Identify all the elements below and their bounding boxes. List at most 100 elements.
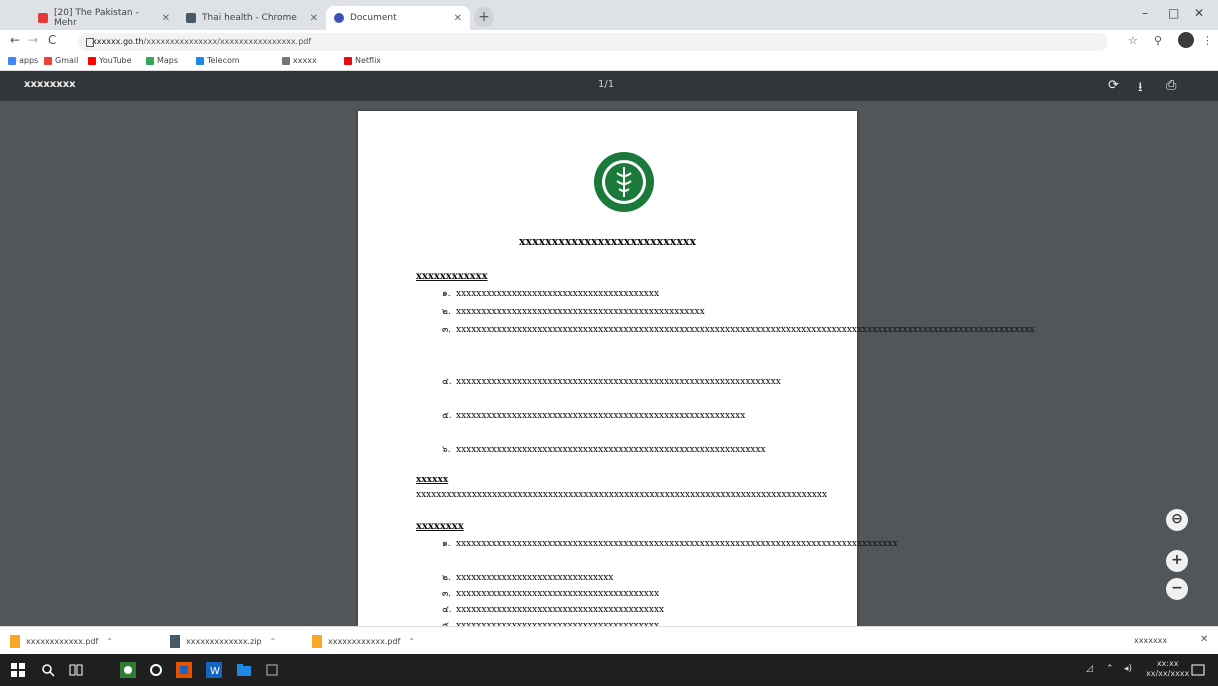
apps-icon [8,56,16,65]
file-explorer-icon[interactable] [236,662,252,678]
network-icon[interactable]: ◿ [1086,664,1093,674]
tab-1[interactable]: [20] The Pakistan - Mehr ✕ [30,6,178,30]
download-item[interactable]: xxxxxxxxxxxxx.zip ⌃ [170,632,276,650]
youtube-icon [38,13,48,23]
pdf-viewer-area[interactable]: xxxxxxxxxxxxxxxxxxxxxxxxxxx xxxxxxxxxxxx… [0,101,1218,626]
extensions-icon[interactable]: ⚲ [1154,34,1162,47]
item-number: ๒. [442,573,451,583]
item-number: ๔. [442,605,452,615]
bookmark-apps[interactable]: apps [8,56,38,65]
browser-toolbar: ← → C xxxxxx.go.th/xxxxxxxxxxxxxxx/xxxxx… [0,30,1218,54]
section-2-heading: xxxxxxxx [416,521,464,532]
svg-text:W: W [210,666,220,677]
duty-item: ๑. xxxxxxxxxxxxxxxxxxxxxxxxxxxxxxxxxxxxxx… [442,287,806,302]
remark: xxxxxx xxxxxxxxxxxxxxxxxxxxxxxxxxxxxxxxx… [416,473,827,503]
download-item[interactable]: xxxxxxxxxxxx.pdf ⌃ [10,632,113,650]
mission-item: ๔. xxxxxxxxxxxxxxxxxxxxxxxxxxxxxxxxxxxxxx… [442,603,806,618]
tab-3-active[interactable]: Document ✕ [326,6,470,30]
zoom-in-button[interactable]: + [1166,550,1188,572]
mission-item: ๕. xxxxxxxxxxxxxxxxxxxxxxxxxxxxxxxxxxxxxx… [442,619,806,626]
profile-avatar[interactable] [1178,32,1194,48]
item-number: ๕. [442,411,452,421]
pdf-page: xxxxxxxxxxxxxxxxxxxxxxxxxxx xxxxxxxxxxxx… [358,111,1035,626]
chevron-up-icon[interactable]: ⌃ [1106,664,1114,674]
duty-item: ๖. xxxxxxxxxxxxxxxxxxxxxxxxxxxxxxxxxxxxxx… [442,443,806,458]
item-text: xxxxxxxxxxxxxxxxxxxxxxxxxxxxxxx [456,573,614,583]
tab-2[interactable]: Thai health - Chrome ✕ [178,6,326,30]
bookmark-label: xxxxx [293,56,317,65]
maximize-icon[interactable]: □ [1168,6,1179,20]
star-icon[interactable]: ☆ [1128,34,1138,47]
close-icon[interactable]: ✕ [162,13,170,24]
bookmark-youtube[interactable]: YouTube [88,56,132,65]
search-icon[interactable] [40,662,56,678]
pdf-toolbar: xxxxxxxx 1/1 ⟳ ⭳ ⎙ [0,71,1218,101]
show-all-link[interactable]: xxxxxxx [1134,636,1167,645]
clock-time: xx:xx [1156,659,1179,668]
close-icon[interactable]: ✕ [454,13,462,24]
address-path: /xxxxxxxxxxxxxxx/xxxxxxxxxxxxxxxx.pdf [143,37,312,46]
bookmark-icon [282,56,290,65]
fit-page-button[interactable]: ⊖ [1166,509,1188,531]
address-bar[interactable]: xxxxxx.go.th/xxxxxxxxxxxxxxx/xxxxxxxxxxx… [78,33,1108,51]
minimize-icon[interactable]: – [1142,6,1148,20]
start-icon[interactable] [10,662,26,678]
close-window-icon[interactable]: ✕ [1194,6,1204,20]
chevron-up-icon[interactable]: ⌃ [270,637,277,646]
close-icon[interactable]: ✕ [1200,634,1208,645]
item-text: xxxxxxxxxxxxxxxxxxxxxxxxxxxxxxxxxxxxxxxx… [456,377,781,387]
duty-item: ๓. xxxxxxxxxxxxxxxxxxxxxxxxxxxxxxxxxxxxxx… [442,323,1035,338]
pdf-file-icon [10,634,20,648]
settings-icon[interactable] [148,662,164,678]
item-text: xxxxxxxxxxxxxxxxxxxxxxxxxxxxxxxxxxxxxxxx… [456,445,766,455]
reload-icon[interactable]: C [48,33,56,47]
bookmark-label: Telecom [207,56,240,65]
tab-strip: [20] The Pakistan - Mehr ✕ Thai health -… [0,0,1218,30]
back-icon[interactable]: ← [10,33,20,47]
item-number: ๑. [442,289,451,299]
item-number: ๓. [442,325,452,335]
ministry-seal-icon [594,152,654,212]
zip-file-icon [170,634,180,648]
download-icon[interactable]: ⭳ [1138,78,1143,100]
new-tab-button[interactable]: + [474,7,494,27]
duty-item: ๒. xxxxxxxxxxxxxxxxxxxxxxxxxxxxxxxxxxxxxx… [442,305,806,320]
tab-2-label: Thai health - Chrome [202,13,297,23]
download-item[interactable]: xxxxxxxxxxxx.pdf ⌃ [312,632,415,650]
bookmark-label: Maps [157,56,179,65]
print-icon[interactable]: ⎙ [1166,78,1176,93]
item-text: xxxxxxxxxxxxxxxxxxxxxxxxxxxxxxxxxxxxxxxx [456,289,660,299]
chrome-icon[interactable] [120,662,136,678]
duty-item: ๔. xxxxxxxxxxxxxxxxxxxxxxxxxxxxxxxxxxxxxx… [442,375,806,390]
forward-icon[interactable]: → [28,33,38,47]
duty-item: ๕. xxxxxxxxxxxxxxxxxxxxxxxxxxxxxxxxxxxxxx… [442,409,806,424]
close-icon[interactable]: ✕ [310,13,318,24]
task-view-icon[interactable] [68,662,84,678]
download-label: xxxxxxxxxxxx.pdf [328,636,401,646]
clock-date: xx/xx/xxxx [1146,669,1190,678]
volume-icon[interactable]: ◂) [1124,664,1132,674]
word-icon[interactable]: W [206,662,222,678]
item-number: ๔. [442,377,452,387]
lock-icon [86,38,94,47]
app-icon[interactable] [264,662,280,678]
chevron-up-icon[interactable]: ⌃ [106,637,113,646]
bookmark-maps[interactable]: Maps [146,56,178,65]
menu-icon[interactable]: ⋮ [1202,34,1213,47]
notifications-icon[interactable] [1190,662,1206,678]
bookmark-gmail[interactable]: Gmail [44,56,78,65]
office-icon[interactable] [176,662,192,678]
bookmark-5[interactable]: xxxxx [282,56,317,65]
bookmark-icon [196,56,204,65]
bookmark-telecom[interactable]: Telecom [196,56,240,65]
rotate-icon[interactable]: ⟳ [1108,78,1119,93]
mission-item: ๑. xxxxxxxxxxxxxxxxxxxxxxxxxxxxxxxxxxxxxx… [442,537,898,552]
page-icon [186,13,196,23]
taskbar-clock[interactable]: xx:xx xx/xx/xxxx [1146,659,1189,679]
remark-text: xxxxxxxxxxxxxxxxxxxxxxxxxxxxxxxxxxxxxxxx… [416,490,828,500]
page-indicator: 1/1 [598,79,615,90]
chevron-up-icon[interactable]: ⌃ [408,637,415,646]
bookmark-label: Gmail [55,56,79,65]
zoom-out-button[interactable]: − [1166,578,1188,600]
bookmark-netflix[interactable]: Netflix [344,56,381,65]
